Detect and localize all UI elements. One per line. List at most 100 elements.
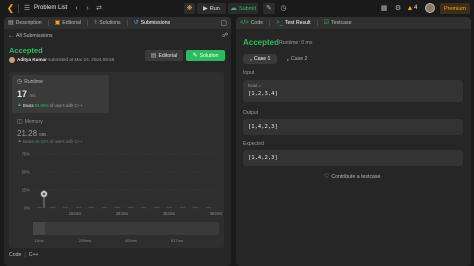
distribution-bar bbox=[154, 206, 159, 208]
streak-flame-icon[interactable]: ▲ bbox=[406, 3, 414, 14]
premium-button[interactable]: Premium bbox=[440, 3, 470, 14]
left-panel: ▤ Description ▣ Editorial ⚕ Solutions ↺ Subm… bbox=[4, 17, 231, 266]
terminal-icon: >_ bbox=[276, 20, 283, 26]
result-runtime: Runtime: 0 ms bbox=[279, 40, 313, 46]
runtime-header: ◷ Runtime bbox=[17, 79, 43, 85]
overview-tick-label: 617ms bbox=[171, 238, 183, 243]
distribution-bar bbox=[63, 206, 68, 208]
y-tick-label: 75% bbox=[22, 152, 31, 157]
memory-header[interactable]: ◫ Memory bbox=[17, 119, 43, 125]
logo-icon[interactable]: ❮ bbox=[6, 3, 15, 14]
runtime-beats-label: Beats bbox=[22, 103, 34, 108]
divider bbox=[18, 4, 19, 13]
x-tick-label: 184ms bbox=[69, 211, 82, 216]
expand-icon[interactable]: ▢ bbox=[220, 20, 227, 27]
stats-card: ◷ Runtime 17 ms ▲ Beats 96.86% of users … bbox=[9, 72, 224, 248]
left-tab-bar: ▤ Description ▣ Editorial ⚕ Solutions ↺ Subm… bbox=[4, 17, 231, 29]
right-panel: </> Code >_ Test Result ☑ Testcase Accepted… bbox=[236, 17, 471, 266]
overview-track bbox=[33, 222, 219, 235]
run-label: Run bbox=[209, 5, 220, 12]
run-button[interactable]: ▶ Run bbox=[197, 3, 226, 14]
distribution-bar bbox=[167, 206, 172, 208]
cloud-upload-icon: ☁ bbox=[229, 5, 237, 12]
runtime-beats-pct: 96.86% bbox=[34, 103, 49, 108]
tab-divider bbox=[316, 20, 318, 26]
runtime-label: Runtime bbox=[24, 79, 43, 85]
memory-beats-suffix: of users with C++ bbox=[49, 139, 83, 144]
case-1-button[interactable]: ● Case 1 bbox=[243, 54, 277, 64]
result-status: Accepted bbox=[243, 38, 280, 47]
separator: | bbox=[24, 252, 26, 258]
contribute-label: Contribute a testcase bbox=[331, 174, 381, 180]
overview-tick-label: 409ms bbox=[125, 238, 137, 243]
y-tick-label: 50% bbox=[22, 170, 31, 175]
problem-list-link[interactable]: Problem List bbox=[34, 5, 67, 11]
layout-icon[interactable]: ▦ bbox=[379, 3, 389, 14]
editorial-button[interactable]: ▤ Editorial bbox=[145, 50, 183, 61]
contribute-testcase-link[interactable]: ♡ Contribute a testcase bbox=[324, 174, 380, 180]
tab-code[interactable]: </> Code bbox=[240, 20, 263, 26]
tab-testcase[interactable]: ☑ Testcase bbox=[324, 20, 352, 26]
memory-number: 21.28 bbox=[17, 129, 38, 138]
code-label: Code bbox=[9, 252, 22, 258]
history-icon: ↺ bbox=[133, 20, 139, 26]
user-avatar bbox=[9, 57, 15, 63]
runtime-value: 17 ms bbox=[17, 89, 36, 99]
avatar[interactable] bbox=[425, 3, 435, 13]
overview-tick-label: 209ms bbox=[79, 238, 91, 243]
tab-testcase-label: Testcase bbox=[331, 20, 352, 26]
solution-button-label: Solution bbox=[199, 52, 219, 59]
timer-button[interactable]: ◷ bbox=[278, 3, 289, 14]
y-tick-label: 0% bbox=[24, 206, 30, 211]
right-tab-bar: </> Code >_ Test Result ☑ Testcase bbox=[236, 17, 471, 29]
expected-value: [1,4,2,3] bbox=[248, 155, 278, 161]
notes-icon: ✎ bbox=[266, 5, 272, 12]
memory-beats-label: Beats bbox=[22, 139, 34, 144]
tab-editorial-label: Editorial bbox=[62, 20, 82, 26]
distribution-bar bbox=[128, 206, 133, 208]
submitter-name[interactable]: Aditya Kumar bbox=[17, 57, 47, 62]
all-submissions-link[interactable]: ← All Submissions bbox=[8, 33, 53, 39]
solution-button[interactable]: ✎ Solution bbox=[186, 50, 225, 61]
tab-editorial[interactable]: ▣ Editorial bbox=[55, 20, 81, 26]
clock-icon: ◷ bbox=[17, 79, 23, 85]
input-box[interactable]: head = [1,2,3,4] bbox=[243, 80, 463, 102]
submitted-at: submitted at Mar 24, 2024 08:58 bbox=[48, 57, 115, 62]
expected-label: Expected bbox=[243, 141, 264, 147]
tab-solutions-label: Solutions bbox=[99, 20, 121, 26]
distribution-bar bbox=[76, 206, 81, 208]
notes-button[interactable]: ✎ bbox=[263, 3, 275, 14]
share-icon[interactable]: ☍ bbox=[221, 32, 229, 40]
prev-problem-icon[interactable]: ‹ bbox=[72, 3, 81, 14]
top-bar: ❮ ☰ Problem List ‹ › ⇄ ❋ ▶ Run ☁ Submit … bbox=[0, 0, 474, 17]
expected-box[interactable]: [1,4,2,3] bbox=[243, 150, 463, 166]
tab-test-result[interactable]: >_ Test Result bbox=[276, 20, 311, 26]
distribution-bar bbox=[141, 206, 146, 208]
submit-button[interactable]: ☁ Submit bbox=[228, 3, 258, 14]
runtime-unit: ms bbox=[29, 93, 36, 98]
y-tick-label: 25% bbox=[22, 188, 31, 193]
all-submissions-label: All Submissions bbox=[16, 33, 53, 39]
input-label: Input bbox=[243, 70, 255, 76]
tab-description[interactable]: ▤ Description bbox=[8, 20, 42, 26]
pass-dot-icon: ● bbox=[249, 56, 252, 62]
overview-window bbox=[33, 222, 45, 235]
debug-button[interactable]: ❋ bbox=[184, 3, 195, 14]
shuffle-icon[interactable]: ⇄ bbox=[94, 3, 104, 14]
runtime-box[interactable]: ◷ Runtime 17 ms ▲ Beats 96.86% of users … bbox=[12, 75, 109, 113]
tab-solutions[interactable]: ⚕ Solutions bbox=[94, 20, 121, 26]
next-problem-icon[interactable]: › bbox=[83, 3, 92, 14]
case-2-button[interactable]: ● Case 2 bbox=[280, 54, 314, 64]
runtime-distribution-chart[interactable]: 75% 50% 25% 0% 184ms 283ms 383ms 483ms 11ms 209ms… bbox=[9, 150, 224, 248]
tab-description-label: Description bbox=[15, 20, 42, 26]
memory-label: Memory bbox=[24, 119, 43, 125]
output-box[interactable]: [1,4,2,3] bbox=[243, 119, 463, 135]
timer-icon: ◷ bbox=[280, 5, 287, 12]
list-icon[interactable]: ☰ bbox=[22, 3, 32, 14]
output-value: [1,4,2,3] bbox=[248, 124, 278, 130]
tab-submissions[interactable]: ↺ Submissions bbox=[134, 20, 170, 26]
distribution-bar bbox=[115, 206, 120, 208]
distribution-bar bbox=[50, 206, 55, 208]
runtime-number: 17 bbox=[17, 89, 28, 99]
settings-icon[interactable]: ⚙ bbox=[393, 3, 403, 14]
